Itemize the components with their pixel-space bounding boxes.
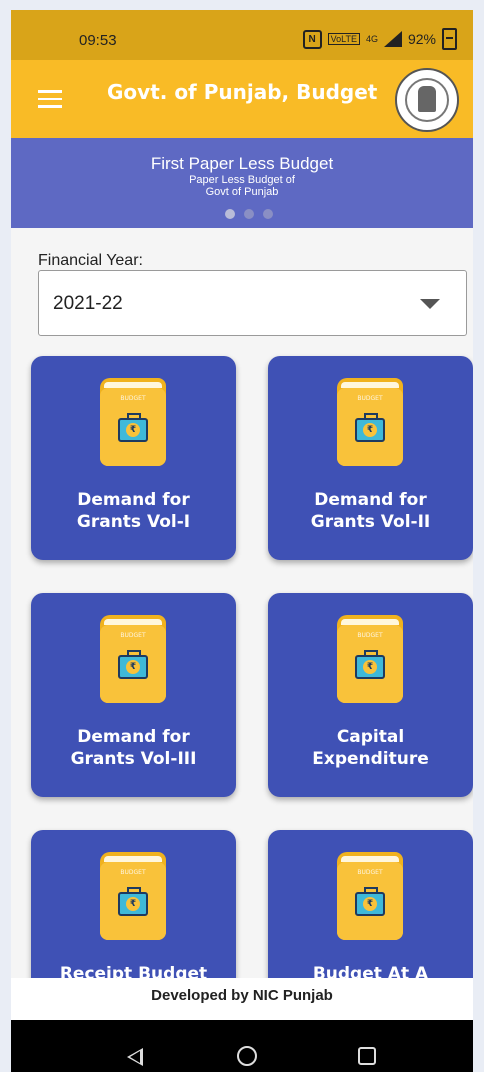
hamburger-menu-icon[interactable] — [38, 90, 62, 108]
nfc-icon: N — [302, 29, 322, 49]
back-icon[interactable] — [127, 1048, 143, 1066]
banner-title: First Paper Less Budget — [150, 154, 334, 173]
budget-book-icon: BUDGET ₹ — [100, 615, 166, 703]
recents-icon[interactable] — [358, 1047, 376, 1065]
tile-demand-grants-vol-1[interactable]: BUDGET ₹ Demand for Grants Vol-I — [31, 356, 236, 560]
status-icons: N VoLTE 4G 92% — [302, 28, 457, 50]
carousel-indicator — [225, 209, 273, 219]
tile-label: Demand for Grants Vol-I — [76, 490, 191, 532]
budget-book-icon: BUDGET ₹ — [337, 378, 403, 466]
home-icon[interactable] — [237, 1046, 257, 1066]
budget-book-icon: BUDGET ₹ — [100, 852, 166, 940]
tile-capital-expenditure[interactable]: BUDGET ₹ Capital Expenditure — [268, 593, 473, 797]
carousel-dot[interactable] — [225, 209, 235, 219]
volte-icon: VoLTE — [327, 33, 360, 45]
banner-subtitle-line1: Paper Less Budget of — [189, 174, 295, 186]
tile-label: Demand for Grants Vol-III — [70, 727, 197, 769]
carousel-dot[interactable] — [263, 209, 273, 219]
financial-year-value: 2021-22 — [53, 293, 123, 314]
system-nav-bar — [11, 1020, 473, 1072]
budget-book-icon: BUDGET ₹ — [337, 615, 403, 703]
signal-icon — [383, 31, 402, 47]
dropdown-arrow-icon[interactable] — [420, 299, 440, 309]
budget-book-icon: BUDGET ₹ — [100, 378, 166, 466]
network-type-icon: 4G — [365, 34, 378, 44]
punjab-emblem-logo — [395, 68, 459, 132]
banner-subtitle-line2: Govt of Punjab — [205, 186, 279, 198]
battery-icon — [442, 28, 457, 50]
tile-demand-grants-vol-3[interactable]: BUDGET ₹ Demand for Grants Vol-III — [31, 593, 236, 797]
banner-carousel[interactable]: First Paper Less Budget Paper Less Budge… — [11, 138, 473, 228]
status-time: 09:53 — [79, 32, 117, 49]
financial-year-label: Financial Year: — [38, 252, 143, 269]
app-bar: Govt. of Punjab, Budget — [11, 60, 473, 138]
financial-year-dropdown[interactable]: 2021-22 — [38, 270, 467, 336]
budget-book-icon: BUDGET ₹ — [337, 852, 403, 940]
footer-credit: Developed by NIC Punjab — [11, 978, 473, 1020]
phone-screen: 09:53 N VoLTE 4G 92% Govt. of Punjab, Bu… — [11, 10, 473, 1072]
status-bar: 09:53 N VoLTE 4G 92% — [11, 10, 473, 60]
tile-demand-grants-vol-2[interactable]: BUDGET ₹ Demand for Grants Vol-II — [268, 356, 473, 560]
app-title: Govt. of Punjab, Budget — [107, 80, 378, 104]
carousel-dot[interactable] — [244, 209, 254, 219]
tile-label: Capital Expenditure — [312, 727, 429, 769]
tile-label: Demand for Grants Vol-II — [310, 490, 431, 532]
battery-percent: 92% — [407, 31, 436, 47]
